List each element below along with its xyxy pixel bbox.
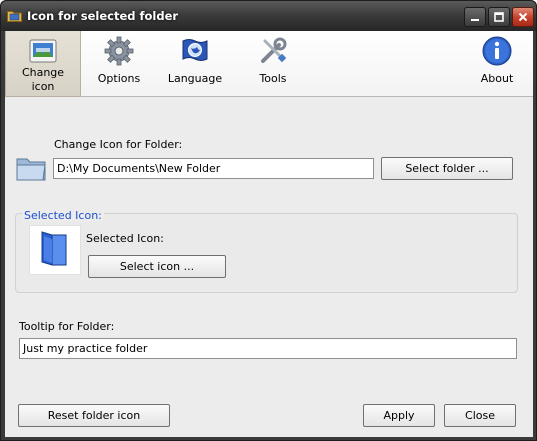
tab-options[interactable]: Options: [85, 31, 153, 97]
folder-label: Change Icon for Folder:: [54, 138, 183, 151]
title-bar[interactable]: Icon for selected folder: [1, 1, 536, 31]
folder-picture-icon: [27, 35, 59, 67]
minimize-icon: [470, 12, 480, 22]
folder-icon: [15, 153, 49, 183]
globe-flag-icon: [179, 35, 211, 67]
folder-app-icon: [7, 9, 22, 22]
apply-button[interactable]: Apply: [363, 404, 435, 427]
tab-change-icon[interactable]: Change icon: [5, 31, 81, 97]
blue-folder-icon: [41, 231, 67, 266]
select-icon-button[interactable]: Select icon ...: [88, 255, 226, 278]
window-title: Icon for selected folder: [27, 9, 179, 23]
tab-tools-label: Tools: [259, 72, 287, 85]
selected-icon-group-title: Selected Icon:: [22, 209, 104, 222]
maximize-icon: [494, 12, 504, 22]
selected-icon-group: [15, 213, 518, 293]
tools-icon: [257, 35, 289, 67]
select-folder-button[interactable]: Select folder ...: [381, 157, 513, 180]
tab-about-label: About: [480, 72, 514, 85]
close-icon: [518, 12, 528, 22]
gear-icon: [103, 35, 135, 67]
tab-language[interactable]: Language: [161, 31, 229, 97]
icon-preview: [29, 225, 81, 275]
folder-path-input[interactable]: D:\My Documents\New Folder: [53, 158, 374, 179]
client-area: Change icon Options Language Tools About…: [5, 31, 533, 437]
tab-language-label: Language: [167, 72, 223, 85]
close-window-button[interactable]: [512, 7, 534, 27]
tooltip-label: Tooltip for Folder:: [19, 320, 115, 333]
tab-tools[interactable]: Tools: [239, 31, 307, 97]
app-window: Icon for selected folder Change icon Opt…: [0, 0, 537, 441]
reset-folder-icon-button[interactable]: Reset folder icon: [18, 404, 170, 427]
tab-change-icon-label-2: icon: [31, 80, 55, 93]
tooltip-input[interactable]: Just my practice folder: [19, 338, 517, 359]
tab-options-label: Options: [97, 72, 141, 85]
selected-icon-label: Selected Icon:: [86, 232, 164, 245]
toolbar: Change icon Options Language Tools About: [5, 31, 533, 97]
tab-about[interactable]: About: [463, 31, 531, 97]
tab-change-icon-label-1: Change: [21, 66, 65, 79]
close-button[interactable]: Close: [444, 404, 516, 427]
minimize-button[interactable]: [464, 7, 486, 27]
maximize-button[interactable]: [488, 7, 510, 27]
info-icon: [481, 35, 513, 67]
